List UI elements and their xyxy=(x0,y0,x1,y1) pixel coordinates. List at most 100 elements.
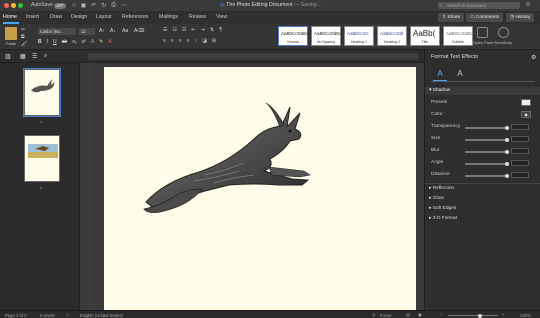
highlight-icon[interactable]: ✎ xyxy=(99,39,103,45)
section-shadow[interactable]: ▾ Shadow xyxy=(425,87,540,95)
text-effects-tab[interactable]: A xyxy=(453,69,467,81)
history-button[interactable]: ◷ History xyxy=(506,13,535,22)
line-spacing-icon[interactable]: ↕ xyxy=(195,38,198,44)
close-window-button[interactable] xyxy=(4,3,9,8)
style-no-spacing[interactable]: AaBbCcDdEe No Spacing xyxy=(311,26,342,46)
presets-dropdown[interactable] xyxy=(521,99,531,106)
3d-format-section[interactable]: ▸ 3-D Format xyxy=(429,216,457,221)
settings-gear-icon[interactable]: ⚙ xyxy=(531,54,536,61)
tab-insert[interactable]: Insert xyxy=(26,14,39,20)
share-button[interactable]: ⇪ Share xyxy=(438,13,465,22)
justify-icon[interactable]: ≡ xyxy=(187,38,190,44)
zoom-window-button[interactable] xyxy=(18,3,23,8)
horizontal-ruler[interactable] xyxy=(88,53,418,60)
paste-button-label[interactable]: Paste xyxy=(6,41,16,46)
transparency-input[interactable] xyxy=(511,124,529,130)
angle-slider[interactable] xyxy=(465,161,509,166)
style-normal[interactable]: AaBbCcDdEe Normal xyxy=(278,26,309,46)
style-heading-2[interactable]: AaBbCcDdl Heading 2 xyxy=(377,26,407,46)
bold-icon[interactable]: B xyxy=(38,39,42,45)
search-input[interactable]: ⌕ Search in Document xyxy=(438,2,520,9)
tab-home[interactable]: Home xyxy=(3,14,17,20)
strikethrough-icon[interactable]: ab xyxy=(62,39,68,45)
minimize-window-button[interactable] xyxy=(11,3,16,8)
align-right-icon[interactable]: ≡ xyxy=(179,38,182,44)
decrease-indent-icon[interactable]: ⇤ xyxy=(191,27,195,33)
search-nav-icon[interactable]: ⌕ xyxy=(44,53,47,60)
page-count[interactable]: Page 1 of 2 xyxy=(5,313,26,318)
read-mode-icon[interactable]: ▤ xyxy=(406,312,410,317)
soft-edges-section[interactable]: ▸ Soft Edges xyxy=(429,206,456,211)
borders-icon[interactable]: ⊞ xyxy=(212,38,216,44)
font-color-icon[interactable]: A xyxy=(108,39,111,45)
paragraph-marks-icon[interactable]: ¶ xyxy=(219,27,222,33)
shrink-font-icon[interactable]: A↓ xyxy=(110,28,116,34)
style-subtitle[interactable]: AaBbCcDdEe Subtitle xyxy=(443,26,474,46)
slider-knob[interactable] xyxy=(505,125,509,130)
tab-layout[interactable]: Layout xyxy=(96,14,112,20)
angle-input[interactable] xyxy=(511,160,529,166)
grow-font-icon[interactable]: A↑ xyxy=(99,28,105,34)
distance-input[interactable] xyxy=(511,172,529,178)
align-left-icon[interactable]: ≡ xyxy=(163,38,166,44)
redo-icon[interactable]: ↻ xyxy=(101,2,106,9)
sensitivity-button[interactable]: Sensitivity xyxy=(494,27,512,45)
comments-button[interactable]: ▭ Comments xyxy=(466,13,504,22)
transparency-slider[interactable] xyxy=(465,125,509,130)
undo-icon[interactable]: ↶ xyxy=(91,2,96,9)
copy-icon[interactable]: ⧉ xyxy=(21,34,25,40)
format-painter-icon[interactable]: 🖌 xyxy=(21,41,27,47)
zoom-out-icon[interactable]: − xyxy=(440,312,442,317)
italic-icon[interactable]: I xyxy=(47,39,48,45)
language[interactable]: English (United States) xyxy=(80,313,123,318)
increase-indent-icon[interactable]: ⇥ xyxy=(201,27,205,33)
color-picker[interactable]: ◆ xyxy=(521,111,531,118)
superscript-icon[interactable]: x² xyxy=(82,39,86,45)
print-icon[interactable]: ⎙ xyxy=(111,2,116,9)
zoom-knob[interactable] xyxy=(478,313,482,318)
glow-section[interactable]: ▸ Glow xyxy=(429,196,444,201)
font-size-select[interactable]: 12 xyxy=(79,28,95,35)
tab-review[interactable]: Review xyxy=(189,14,206,20)
slider-knob[interactable] xyxy=(505,173,509,178)
account-icon[interactable]: ☺ xyxy=(525,2,531,8)
print-layout-icon[interactable]: ▣ xyxy=(418,312,422,317)
numbering-icon[interactable]: ☷ xyxy=(172,27,176,33)
autosave-toggle[interactable]: OFF xyxy=(54,2,66,9)
change-case-icon[interactable]: Aa xyxy=(122,28,128,34)
slider-knob[interactable] xyxy=(505,149,509,154)
proofing-icon[interactable]: ✓ xyxy=(66,312,70,317)
hare-image[interactable] xyxy=(104,67,416,312)
zoom-in-icon[interactable]: + xyxy=(502,312,504,317)
slider-knob[interactable] xyxy=(505,161,509,166)
blur-input[interactable] xyxy=(511,148,529,154)
vertical-ruler[interactable] xyxy=(88,63,94,310)
zoom-slider[interactable] xyxy=(448,313,498,318)
focus-button[interactable]: Focus xyxy=(380,313,391,318)
distance-slider[interactable] xyxy=(465,173,509,178)
zoom-level[interactable]: 132% xyxy=(520,313,531,318)
home-icon[interactable]: ⌂ xyxy=(72,2,76,9)
tab-mailings[interactable]: Mailings xyxy=(159,14,178,20)
slider-knob[interactable] xyxy=(505,137,509,142)
tab-design[interactable]: Design xyxy=(71,14,87,20)
sort-icon[interactable]: ⇅ xyxy=(210,27,214,33)
focus-icon[interactable]: ◎ xyxy=(372,312,376,317)
align-center-icon[interactable]: ≡ xyxy=(171,38,174,44)
word-count[interactable]: 0 words xyxy=(40,313,55,318)
subscript-icon[interactable]: x₂ xyxy=(72,39,76,45)
underline-icon[interactable]: U xyxy=(53,39,57,45)
shading-icon[interactable]: ◪ xyxy=(202,38,207,44)
sidebar-toggle-icon[interactable]: ▥ xyxy=(5,53,11,60)
clipboard-icon[interactable] xyxy=(5,27,17,40)
clear-formatting-icon[interactable]: A⌫ xyxy=(134,28,144,34)
tab-view[interactable]: View xyxy=(216,14,227,20)
style-title[interactable]: AaBb(Title xyxy=(410,26,440,46)
size-input[interactable] xyxy=(511,136,529,142)
thumbnails-view-icon[interactable]: ▦ xyxy=(20,53,26,60)
reflection-section[interactable]: ▸ Reflection xyxy=(429,186,454,191)
save-icon[interactable]: ▣ xyxy=(81,2,87,9)
font-name-select[interactable]: Calibri (Bo... xyxy=(38,28,76,35)
text-effects-icon[interactable]: A xyxy=(91,39,94,45)
size-slider[interactable] xyxy=(465,137,509,142)
